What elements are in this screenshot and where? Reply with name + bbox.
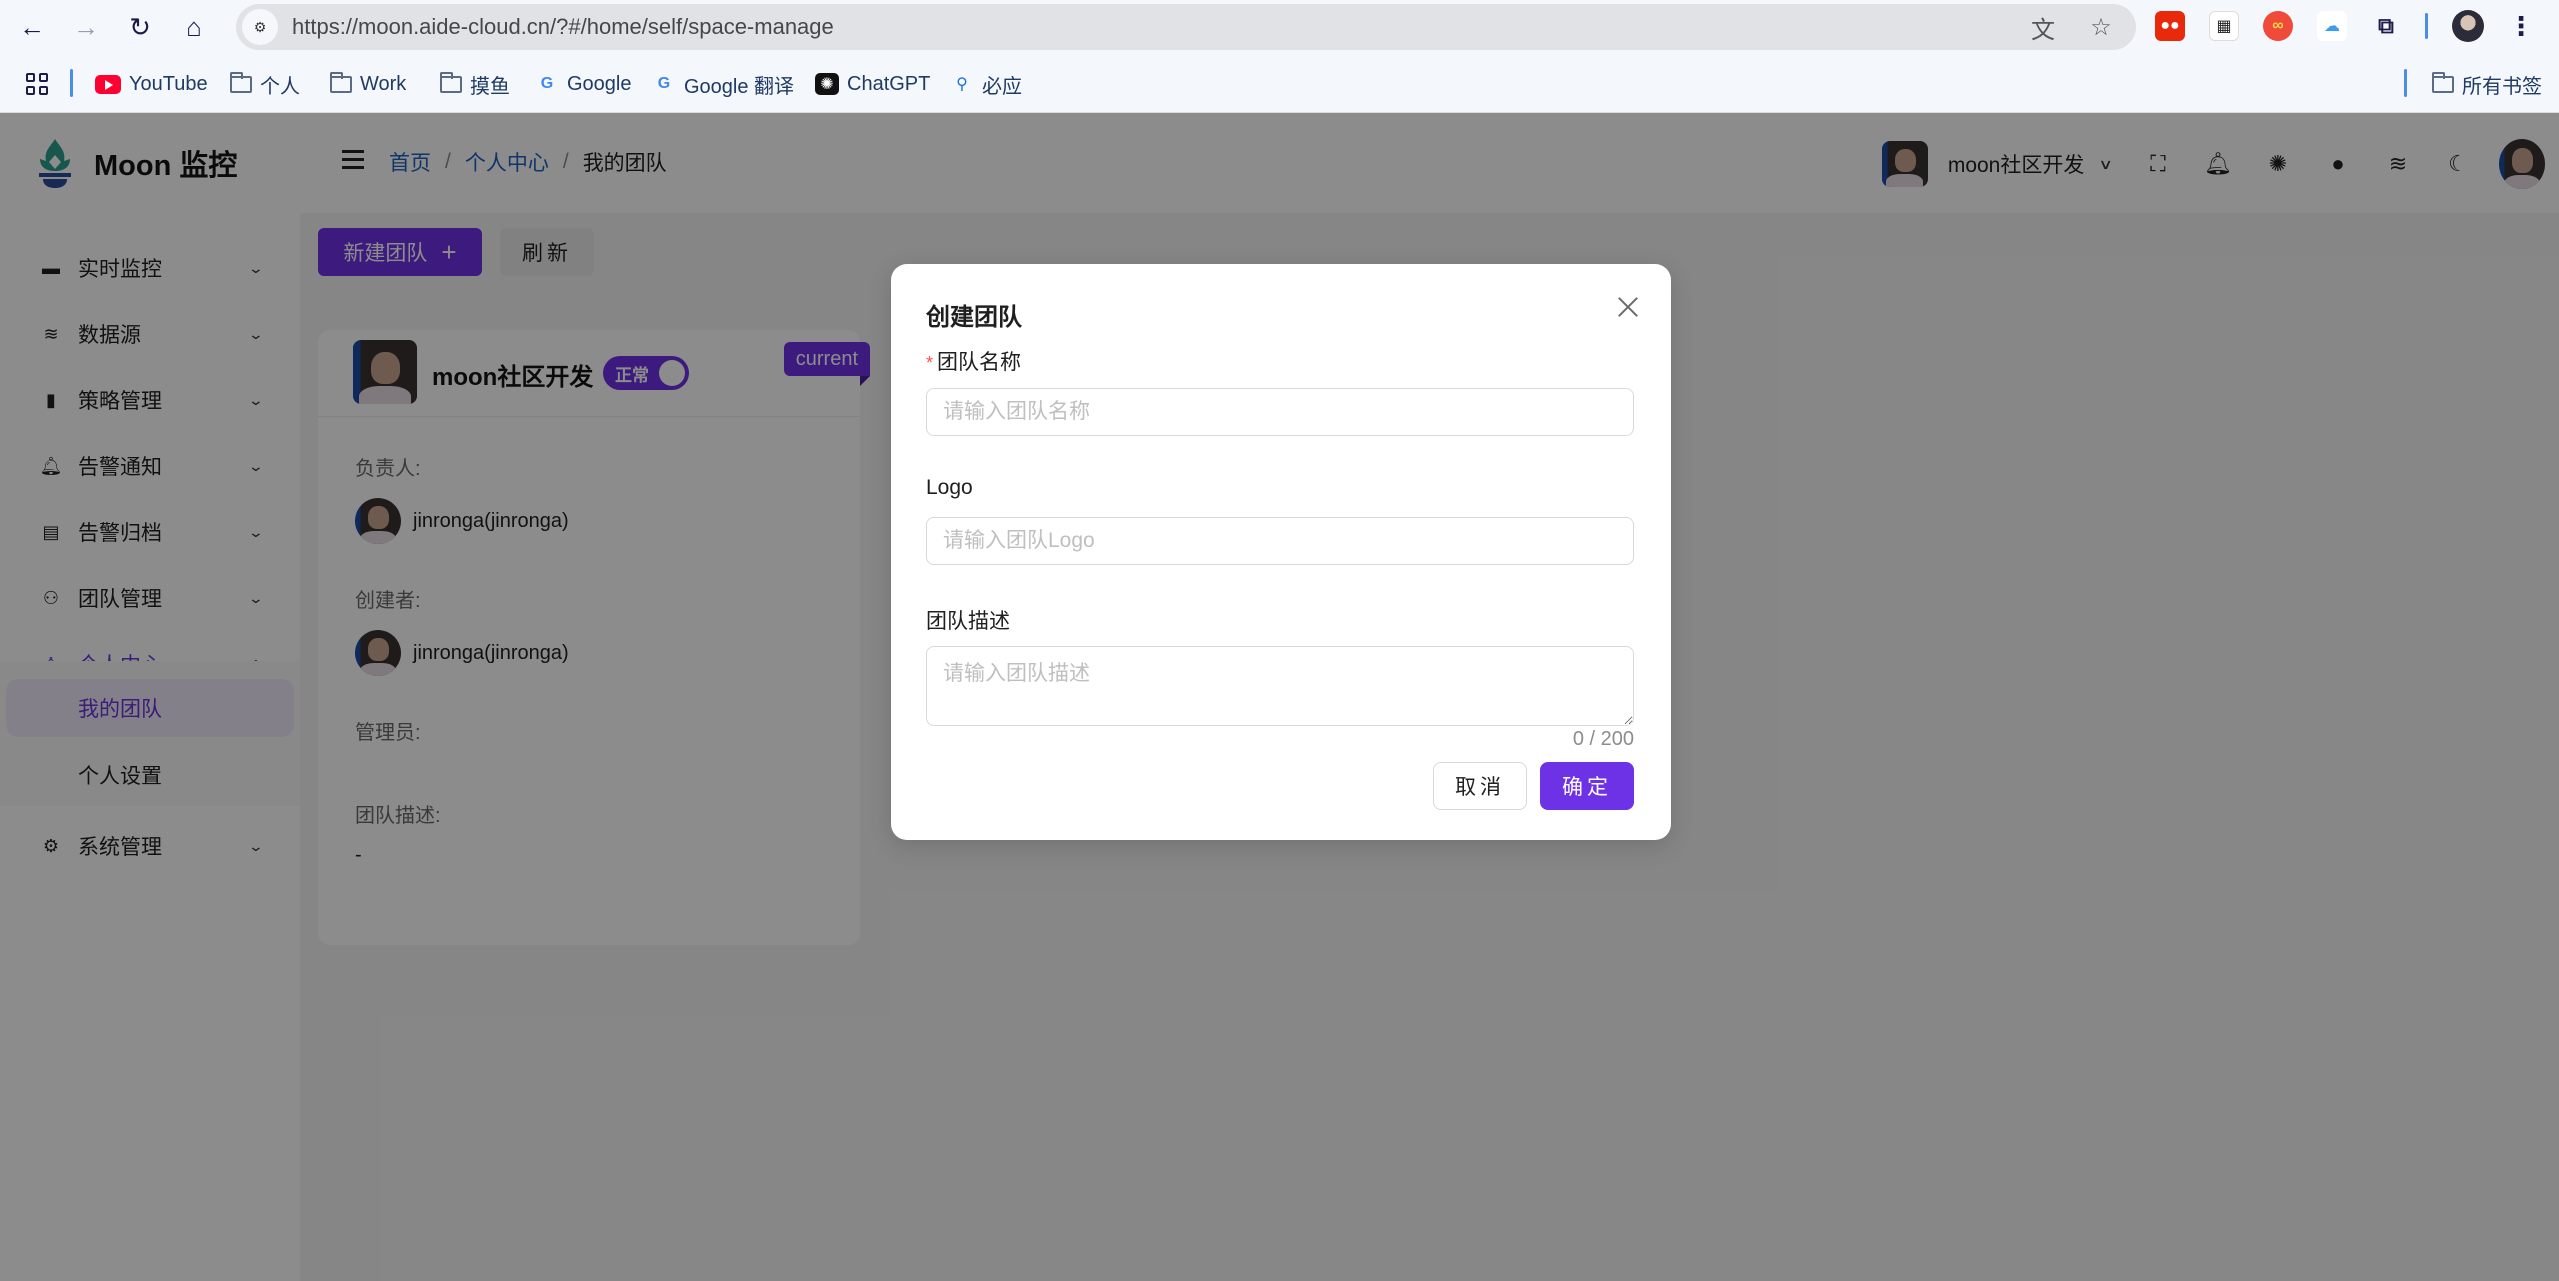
google-translate-icon: G (657, 75, 671, 92)
extension-icon[interactable]: ●● (2155, 11, 2185, 41)
reload-icon[interactable]: ↻ (122, 9, 158, 45)
bookmark-bing[interactable]: ⚲ 必应 (950, 69, 1022, 99)
modal-title: 创建团队 (926, 304, 1022, 331)
folder-icon (2432, 71, 2454, 93)
description-textarea[interactable] (926, 646, 1634, 726)
bookmark-google-translate[interactable]: G Google 翻译 (652, 69, 794, 99)
folder-icon (230, 71, 252, 93)
folder-icon (330, 71, 352, 93)
qr-code-icon[interactable]: ▦ (2209, 11, 2239, 41)
url-text[interactable]: https://moon.aide-cloud.cn/?#/home/self/… (292, 14, 834, 40)
team-name-label: * 团队名称 (926, 351, 1022, 374)
description-label: 团队描述 (926, 610, 1010, 633)
bookmark-google[interactable]: G Google (535, 69, 632, 99)
star-icon[interactable]: ☆ (2086, 12, 2116, 42)
translate-icon[interactable]: 文 (2028, 12, 2058, 44)
bookmark-chatgpt[interactable]: ✺ ChatGPT (815, 69, 930, 99)
divider (70, 69, 73, 97)
search-icon: ⚲ (956, 76, 968, 93)
divider (2404, 69, 2407, 97)
create-team-modal: 创建团队 *团队名称 Logo 团队描述 0 / 200 取消 确定 (891, 264, 1671, 840)
address-bar[interactable]: ⚙ https://moon.aide-cloud.cn/?#/home/sel… (236, 4, 2136, 50)
apps-icon[interactable] (26, 69, 48, 99)
bookmark-moyu[interactable]: 摸鱼 (440, 69, 510, 99)
forward-icon[interactable]: → (68, 9, 104, 45)
bookmark-work[interactable]: Work (330, 69, 406, 99)
bookmark-personal[interactable]: 个人 (230, 69, 300, 99)
youtube-icon (95, 74, 121, 94)
infinity-extension-icon[interactable]: ∞ (2263, 11, 2293, 41)
chatgpt-icon: ✺ (815, 73, 839, 95)
profile-avatar[interactable] (2452, 10, 2484, 42)
logo-input[interactable] (926, 517, 1634, 565)
confirm-button[interactable]: 确定 (1540, 762, 1634, 810)
home-icon[interactable]: ⌂ (176, 9, 212, 45)
divider (2425, 13, 2428, 39)
bookmarks-bar: YouTube 个人 Work 摸鱼 G Google G Google 翻译 ✺ C… (0, 55, 2559, 113)
cloud-extension-icon[interactable]: ☁ (2317, 11, 2347, 41)
team-name-input[interactable] (926, 388, 1634, 436)
cancel-button[interactable]: 取消 (1433, 762, 1527, 810)
back-icon[interactable]: ← (14, 9, 50, 45)
folder-icon (440, 71, 462, 93)
required-mark: * (926, 353, 934, 373)
close-icon[interactable] (1613, 292, 1643, 322)
logo-label: Logo (926, 476, 973, 499)
google-icon: G (540, 75, 554, 92)
site-info-icon[interactable]: ⚙ (242, 9, 278, 45)
char-count: 0 / 200 (1572, 728, 1634, 750)
all-bookmarks[interactable]: 所有书签 (2432, 69, 2542, 99)
more-icon[interactable]: ⋮ (2508, 11, 2534, 42)
bookmark-youtube[interactable]: YouTube (95, 69, 208, 99)
browser-toolbar: ← → ↻ ⌂ ⚙ https://moon.aide-cloud.cn/?#/… (0, 0, 2559, 55)
puzzle-icon[interactable]: ⧉ (2371, 11, 2401, 41)
